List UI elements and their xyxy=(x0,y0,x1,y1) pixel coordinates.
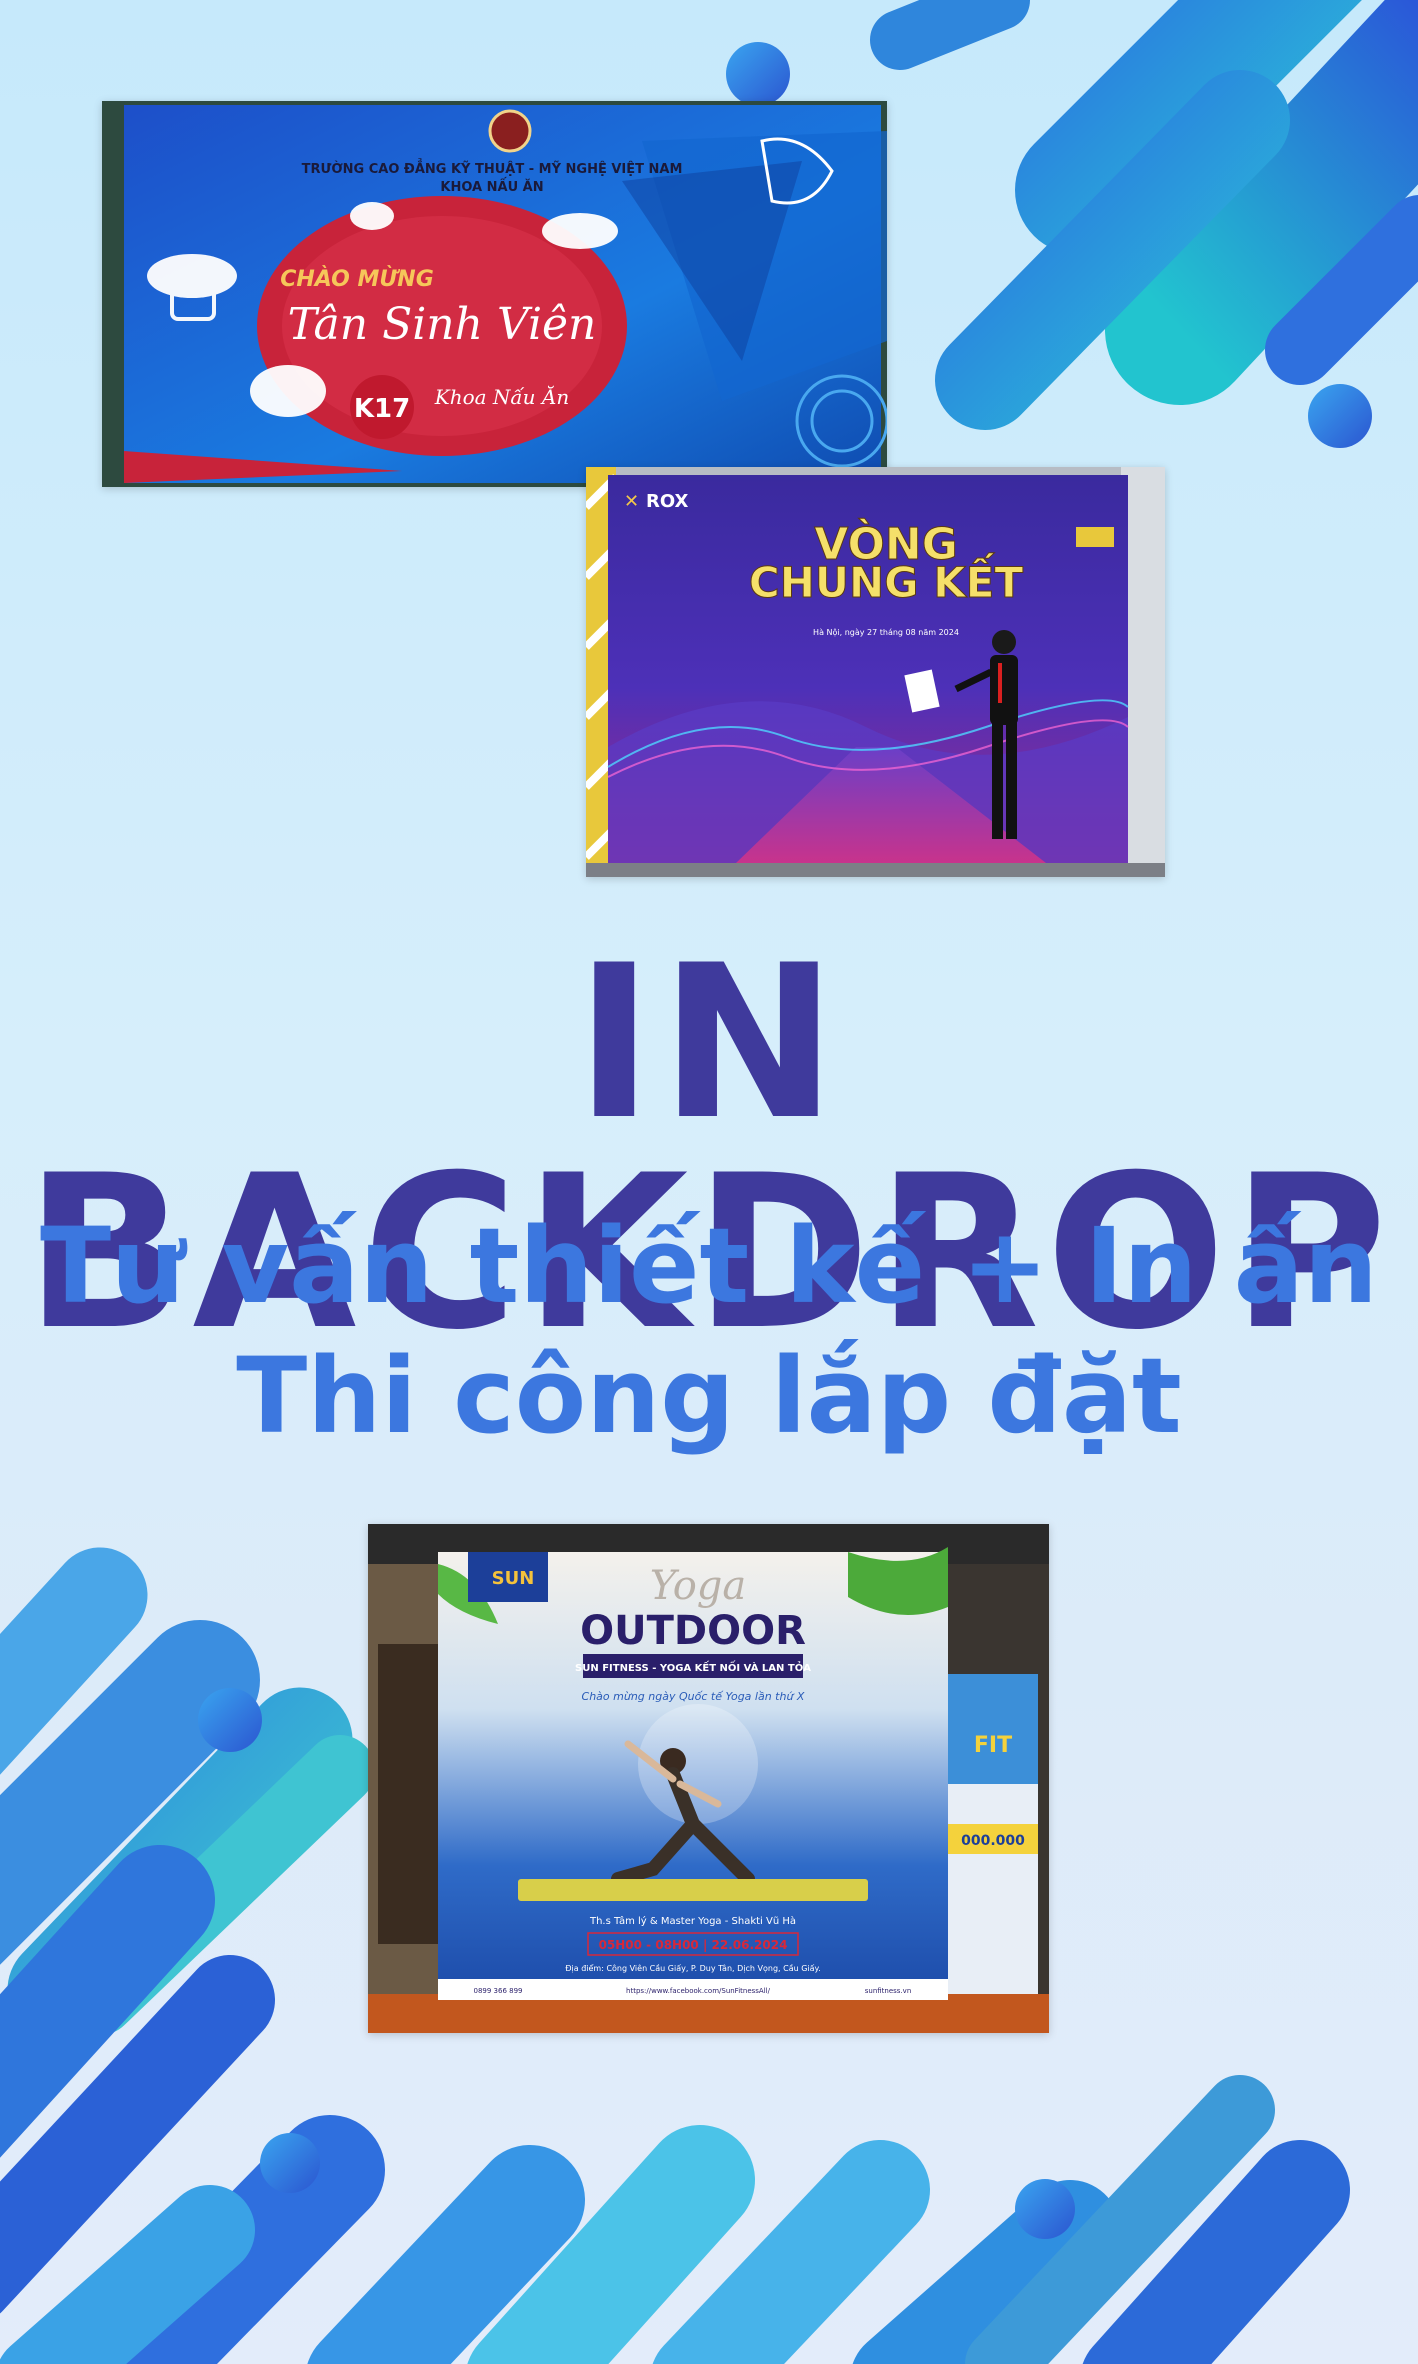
event-time: 05H00 - 08H00 | 22.06.2024 xyxy=(599,1938,788,1952)
sun-brand: SUN xyxy=(492,1568,535,1589)
photo-tan-sinh-vien-backdrop: TRƯỜNG CAO ĐẲNG KỸ THUẬT - MỸ NGHỆ VIỆT … xyxy=(102,101,887,487)
contact-phone: 0899 366 899 xyxy=(474,1987,523,1995)
event-date: Hà Nội, ngày 27 tháng 08 năm 2024 xyxy=(813,627,959,637)
photo-yoga-outdoor-backdrop: FIT 000.000 SUN Yoga OUTDOOR SUN FITNESS… xyxy=(368,1524,1049,2033)
main-heading: Tân Sinh Viên xyxy=(288,299,597,350)
master-name: Th.s Tâm lý & Master Yoga - Shakti Vũ Hà xyxy=(589,1915,796,1927)
event-tagline: Chào mừng ngày Quốc tế Yoga lần thứ X xyxy=(582,1690,805,1703)
rox-brand: ROX xyxy=(646,491,689,512)
final-round-line2: CHUNG KẾT xyxy=(749,552,1024,607)
subtitle-line-2: Thi công lắp đặt xyxy=(236,1335,1182,1457)
contact-facebook: https://www.facebook.com/SunFitnessAll/ xyxy=(626,1987,771,1995)
photo-vong-chung-ket-backdrop: ROX ✕ VÒNG CHUNG KẾT Hà Nội, ngày 27 thá… xyxy=(586,467,1165,877)
outdoor-title: OUTDOOR xyxy=(580,1608,806,1654)
svg-text:✕: ✕ xyxy=(624,491,639,512)
side-banner-fit: FIT xyxy=(974,1733,1012,1758)
cohort-badge: K17 xyxy=(354,394,410,424)
faculty-script: Khoa Nấu Ăn xyxy=(434,385,569,409)
subtitle-line-1: Tư vấn thiết kế + In ấn xyxy=(40,1205,1378,1327)
event-venue: Địa điểm: Công Viên Cầu Giấy, P. Duy Tân… xyxy=(565,1963,820,1974)
contact-website: sunfitness.vn xyxy=(865,1987,912,1995)
greeting-text: CHÀO MỪNG xyxy=(280,266,434,292)
yoga-script: Yoga xyxy=(650,1563,746,1609)
school-name: TRƯỜNG CAO ĐẲNG KỸ THUẬT - MỸ NGHỆ VIỆT … xyxy=(302,159,683,177)
side-banner-price: 000.000 xyxy=(961,1833,1025,1849)
faculty-name: KHOA NẤU ĂN xyxy=(440,177,543,195)
